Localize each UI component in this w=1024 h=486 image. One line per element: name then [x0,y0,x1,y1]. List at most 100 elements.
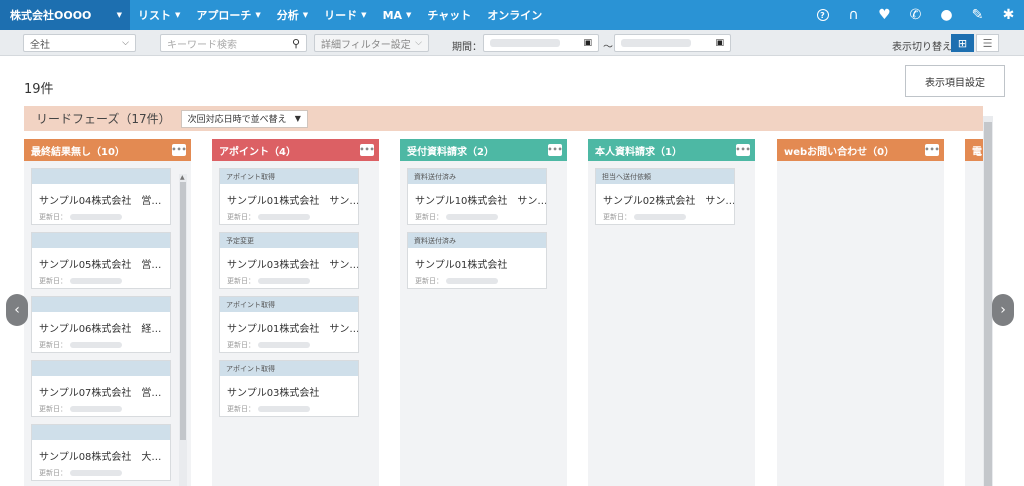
search-icon[interactable]: ⚲ [292,37,300,50]
lead-card[interactable]: 担当へ送付依頼 サンプル02株式会社 サン… 更新日： [595,168,735,225]
lead-card[interactable]: サンプル07株式会社 営… 更新日： [31,360,171,417]
more-icon[interactable]: ••• [171,144,187,156]
chevron-down-icon: ▼ [255,11,261,19]
list-icon: ☰ [982,36,993,50]
date-value-redacted [621,39,691,47]
scroll-right-button[interactable]: › [992,294,1014,326]
date-label: 更新日： [39,277,67,285]
nav-item-6[interactable]: オンライン [479,0,550,30]
date-value-redacted [70,342,122,348]
card-updated-date: 更新日： [220,399,358,414]
card-status-tag [32,233,170,248]
nav-item-label: アプローチ [196,9,252,22]
more-icon[interactable]: ••• [547,144,563,156]
column-title: 本人資料請求（1） [595,146,682,158]
more-icon[interactable]: ••• [359,144,375,156]
column-header: 本人資料請求（1） ••• [588,139,755,161]
nav-item-2[interactable]: 分析 ▼ [269,0,316,30]
phase-title: リードフェーズ（17件） [36,112,171,126]
chevron-down-icon: ▼ [406,11,412,19]
lead-column: webお問い合わせ（0） ••• [777,139,944,486]
card-company-name: サンプル03株式会社 [227,388,320,399]
period-label: 期間： [452,42,482,53]
nav-item-label: リスト [138,9,171,22]
date-label: 更新日： [227,341,255,349]
lead-card[interactable]: アポイント取得 サンプル03株式会社 更新日： [219,360,359,417]
company-scope-select[interactable]: 全社 ⌵ [23,34,136,52]
scrollbar-thumb[interactable] [984,122,992,486]
card-updated-date: 更新日： [220,271,358,286]
date-value-redacted [70,214,122,220]
column-title: 最終結果無し（10） [31,146,125,158]
date-value-redacted [70,278,122,284]
calendar-icon[interactable]: ▣ [583,38,592,48]
more-icon[interactable]: ••• [735,144,751,156]
period-start-date[interactable]: ▣ [483,34,599,52]
phone-icon[interactable]: ✆ [900,0,931,30]
chevron-right-icon: › [1000,302,1006,318]
gear-icon[interactable]: ✱ [993,0,1024,30]
card-updated-date: 更新日： [408,271,546,286]
scrollbar-thumb[interactable] [180,182,186,440]
lead-card[interactable]: サンプル04株式会社 営… 更新日： [31,168,171,225]
date-label: 更新日： [415,213,443,221]
chevron-down-icon: ⌵ [415,38,422,48]
lead-card[interactable]: サンプル05株式会社 営… 更新日： [31,232,171,289]
sort-select[interactable]: 次回対応日時で並べ替え ▼ [180,109,308,128]
lead-card[interactable]: アポイント取得サンプル01株式会社 サン… 更新日： [219,296,359,353]
detail-filter-select[interactable]: 詳細フィルター設定 ⌵ [314,34,429,52]
headset-icon[interactable]: ∩ [838,0,869,30]
date-label: 更新日： [415,277,443,285]
nav-item-label: MA [382,8,403,22]
card-status-tag: 資料送付済み [408,169,546,184]
list-view-button[interactable]: ☰ [976,34,999,52]
nav-item-label: オンライン [487,9,543,22]
column-title: webお問い合わせ（0） [784,146,895,158]
nav-item-4[interactable]: MA ▼ [375,0,420,30]
card-company-name: サンプル05株式会社 営… [39,260,162,271]
lead-card[interactable]: サンプル08株式会社 大… 更新日： [31,424,171,481]
card-status-tag [32,425,170,440]
lead-card[interactable]: サンプル06株式会社 経… 更新日： [31,296,171,353]
lead-card[interactable]: 資料送付済み サンプル10株式会社 サン… 更新日： [407,168,547,225]
scroll-left-button[interactable]: ‹ [6,294,28,326]
period-end-date[interactable]: ▣ [614,34,731,52]
date-value-redacted [70,470,122,476]
lead-card[interactable]: 資料送付済み サンプル01株式会社 更新日： [407,232,547,289]
lead-column: 電 [965,139,983,486]
brand-name: 株式会社OOOO [10,9,92,22]
scroll-up-icon[interactable]: ▲ [180,174,185,181]
grid-view-button[interactable]: ⊞ [951,34,974,52]
lead-column: アポイント（4） ••• アポイント取得 サンプル01株式会社 サン… 更新日： 予定変更… [212,139,379,486]
chat-bubble-icon[interactable]: ● [931,0,962,30]
nav-item-1[interactable]: アプローチ ▼ [188,0,268,30]
date-label: 更新日： [39,405,67,413]
card-company-name: サンプル01株式会社 サン… [227,324,358,335]
nav-item-0[interactable]: リスト ▼ [130,0,188,30]
pencil-icon[interactable]: ✎ [962,0,993,30]
column-scrollbar[interactable]: ▲ [179,174,187,486]
calendar-icon[interactable]: ▣ [715,38,724,48]
date-label: 更新日： [39,341,67,349]
grid-icon: ⊞ [957,36,968,50]
lead-card[interactable]: アポイント取得 サンプル01株式会社 サン… 更新日： [219,168,359,225]
column-header: 電 [965,139,983,161]
nav-item-3[interactable]: リード ▼ [316,0,374,30]
lead-card[interactable]: 予定変更 サンプル03株式会社 サン… 更新日： [219,232,359,289]
more-icon[interactable]: ••• [924,144,940,156]
nav-item-label: 分析 [276,9,299,22]
date-value-redacted [258,214,310,220]
card-updated-date: 更新日： [32,207,170,222]
keyword-placeholder: キーワード検索 [167,39,237,51]
card-status-tag: アポイント取得 [220,297,358,312]
help-icon[interactable]: ? [807,0,838,30]
card-company-name: サンプル01株式会社 [415,260,508,271]
card-company-name: サンプル06株式会社 経… [39,324,162,335]
heart-icon[interactable]: ♥ [869,0,900,30]
keyword-search-input[interactable]: キーワード検索 ⚲ [160,34,307,52]
card-company-name: サンプル07株式会社 営… [39,388,162,399]
date-value-redacted [258,406,310,412]
display-settings-button[interactable]: 表示項目設定 [905,65,1005,97]
nav-item-5[interactable]: チャット [419,0,479,30]
company-selector[interactable]: 株式会社OOOO ▼ [0,0,130,30]
